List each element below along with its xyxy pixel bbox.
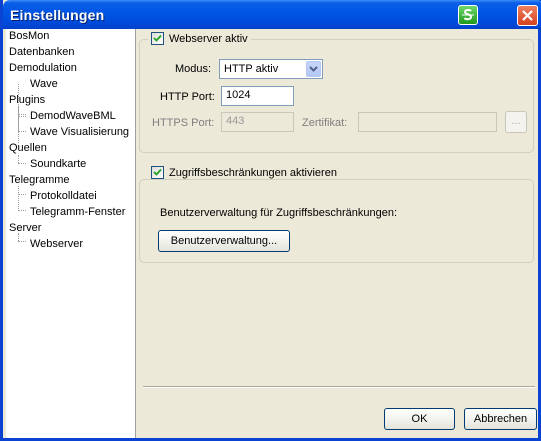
tree-item-soundkarte[interactable]: Soundkarte <box>30 158 86 171</box>
tree-connector <box>18 155 19 163</box>
https-port-label: HTTPS Port: <box>152 117 215 129</box>
mode-label: Modus: <box>175 63 212 75</box>
checkmark-icon <box>153 168 162 176</box>
tree-connector <box>18 186 19 209</box>
tree-item-demodwavebml[interactable]: DemodWaveBML <box>30 110 116 123</box>
http-port-input[interactable]: 1024 <box>221 86 294 106</box>
access-enable-row[interactable]: Zugriffsbeschränkungen aktivieren <box>148 166 340 179</box>
tree-item-datenbanken[interactable]: Datenbanken <box>9 46 74 59</box>
tree-item-server[interactable]: Server <box>9 222 41 235</box>
access-enabled-label[interactable]: Zugriffsbeschränkungen aktivieren <box>169 167 337 179</box>
tree-connector <box>18 210 26 211</box>
webserver-enabled-label[interactable]: Webserver aktiv <box>169 33 248 45</box>
certificate-browse-button[interactable]: ... <box>505 111 527 133</box>
http-port-label: HTTP Port: <box>160 91 215 103</box>
webserver-enable-row[interactable]: Webserver aktiv <box>148 32 251 45</box>
checkmark-icon <box>153 34 162 42</box>
tree-item-quellen[interactable]: Quellen <box>9 142 47 155</box>
tree-connector <box>18 107 19 130</box>
settings-tree[interactable]: BosMon Datenbanken Demodulation Wave Plu… <box>6 29 136 438</box>
access-enabled-checkbox[interactable] <box>151 166 164 179</box>
tree-item-wave-visualisierung[interactable]: Wave Visualisierung <box>30 126 129 139</box>
tree-item-webserver[interactable]: Webserver <box>30 238 83 251</box>
tree-connector <box>18 194 26 195</box>
https-port-input[interactable]: 443 <box>221 112 294 132</box>
tree-item-plugins[interactable]: Plugins <box>9 94 45 107</box>
tree-connector <box>18 114 26 115</box>
settings-window: Einstellungen BosMon Datenbanken Demodul… <box>0 0 541 441</box>
window-title: Einstellungen <box>10 7 105 23</box>
chevron-down-icon <box>309 66 318 72</box>
app-icon-button[interactable] <box>458 5 478 25</box>
tree-connector <box>18 163 26 164</box>
access-description: Benutzerverwaltung für Zugriffsbeschränk… <box>160 207 398 219</box>
webserver-enabled-checkbox[interactable] <box>151 32 164 45</box>
cancel-button[interactable]: Abbrechen <box>464 408 537 430</box>
tree-connector <box>18 116 26 117</box>
tree-item-bosmon[interactable]: BosMon <box>9 30 49 43</box>
ok-button[interactable]: OK <box>384 408 455 430</box>
footer-separator <box>143 386 535 388</box>
tree-item-protokolldatei[interactable]: Protokolldatei <box>30 190 97 203</box>
user-management-button[interactable]: Benutzerverwaltung... <box>158 230 290 252</box>
tree-connector <box>18 131 26 132</box>
tree-connector <box>18 241 26 242</box>
tree-item-demodulation[interactable]: Demodulation <box>9 62 77 75</box>
certificate-label: Zertifikat: <box>302 117 348 129</box>
certificate-input[interactable] <box>358 112 497 132</box>
tree-item-telegramm-fenster[interactable]: Telegramm-Fenster <box>30 206 125 219</box>
title-bar[interactable]: Einstellungen <box>3 0 541 29</box>
tree-item-wave[interactable]: Wave <box>30 78 58 91</box>
green-s-icon <box>462 8 474 21</box>
mode-select[interactable]: HTTP aktiv <box>219 59 323 79</box>
close-button[interactable] <box>517 5 538 26</box>
mode-select-value: HTTP aktiv <box>224 63 279 75</box>
close-icon <box>522 10 533 21</box>
dropdown-arrow-button[interactable] <box>306 61 321 77</box>
tree-item-telegramme[interactable]: Telegramme <box>9 174 70 187</box>
